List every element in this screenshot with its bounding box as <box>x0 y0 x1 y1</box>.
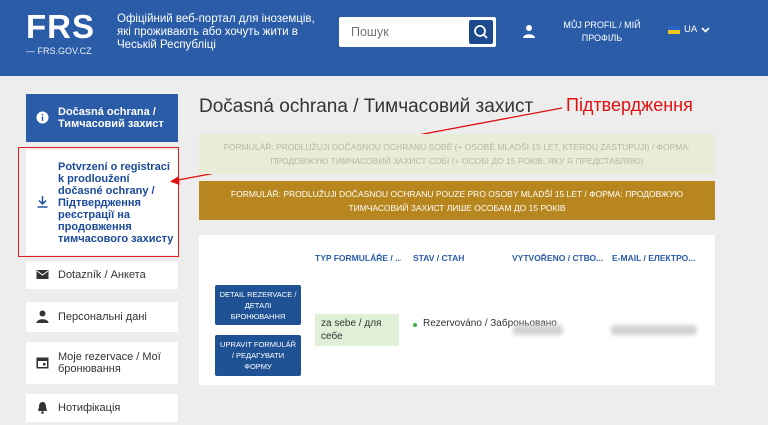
created-date-redacted <box>513 325 563 335</box>
form-type-cell: za sebe / для себе <box>315 314 399 346</box>
status-dot-icon <box>413 323 417 327</box>
banner-text: FORMULÁŘ: PRODLUŽUJI DOČASNOU OCHRANU SO… <box>223 142 691 166</box>
column-header-email: E-MAIL / ЕЛЕКТРО... <box>612 253 696 263</box>
column-header-form-type: TYP FORMULÁŘE / ... <box>315 253 401 263</box>
reservation-detail-button[interactable]: DETAIL REZERVACE / ДЕТАЛІ БРОНЮВАННЯ <box>215 285 301 325</box>
column-header-status: STAV / СТАН <box>413 253 465 263</box>
email-redacted <box>611 325 697 335</box>
reservations-table: TYP FORMULÁŘE / ... STAV / СТАН VYTVOŘEN… <box>199 235 715 385</box>
column-header-created: VYTVOŘENO / СТВО... <box>512 253 604 263</box>
banner-text: FORMULÁŘ: PRODLUŽUJI DOČASNOU OCHRANU PO… <box>230 188 684 213</box>
form-banner-minors[interactable]: FORMULÁŘ: PRODLUŽUJI DOČASNOU OCHRANU PO… <box>199 181 715 220</box>
edit-form-button[interactable]: UPRAVIT FORMULÁŘ / РЕДАГУВАТИ ФОРМУ <box>215 335 301 376</box>
form-banner-self[interactable]: FORMULÁŘ: PRODLUŽUJI DOČASNOU OCHRANU SO… <box>199 134 715 174</box>
